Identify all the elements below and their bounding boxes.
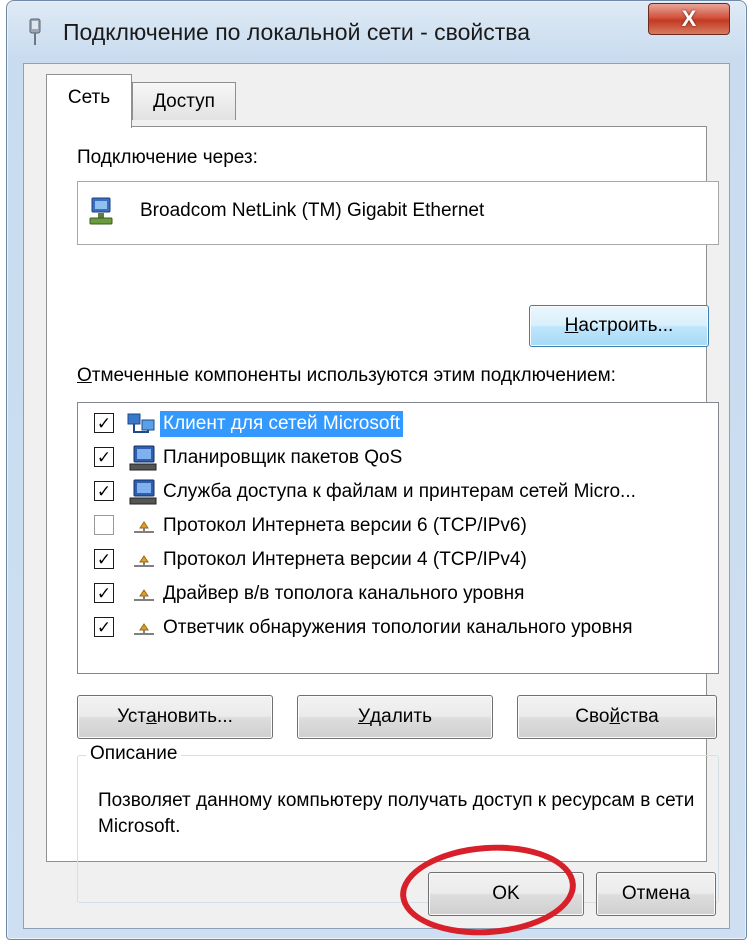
- protocol-icon: [134, 521, 154, 533]
- component-label: Планировщик пакетов QoS: [163, 447, 403, 468]
- component-label: Служба доступа к файлам и принтерам сете…: [163, 481, 636, 502]
- description-group-title: Описание: [86, 743, 182, 765]
- network-client-icon: [127, 413, 155, 433]
- component-row-lltd-responder[interactable]: ✓ Ответчик обнаружения топологии канальн…: [78, 611, 718, 645]
- network-tab-panel: Подключение через: Broadcom NetLink (TM)…: [46, 126, 719, 903]
- component-row-ms-client[interactable]: ✓ Клиент для сетей Microsoft: [78, 407, 718, 441]
- close-icon: X: [681, 6, 697, 31]
- component-checkbox[interactable]: ✓: [94, 583, 114, 603]
- computer-icon: [129, 479, 157, 505]
- component-row-ipv6[interactable]: Протокол Интернета версии 6 (TCP/IPv6): [78, 509, 718, 543]
- component-checkbox[interactable]: ✓: [94, 481, 114, 501]
- network-adapter-icon: [89, 197, 113, 225]
- properties-window: Подключение по локальной сети - свойства…: [6, 0, 747, 940]
- component-checkbox[interactable]: ✓: [94, 617, 114, 637]
- adapter-box: Broadcom NetLink (TM) Gigabit Ethernet: [77, 181, 719, 245]
- install-button[interactable]: Уст а новить...: [77, 695, 273, 739]
- components-label: Отмеченные компоненты используются этим …: [77, 365, 616, 386]
- component-row-qos[interactable]: ✓ Планировщик пакетов QoS: [78, 441, 718, 475]
- component-checkbox[interactable]: ✓: [94, 413, 114, 433]
- component-checkbox[interactable]: ✓: [94, 447, 114, 467]
- connect-via-label: Подключение через:: [77, 147, 258, 168]
- protocol-icon: [134, 623, 154, 635]
- close-button[interactable]: X: [648, 3, 730, 35]
- tab-sharing[interactable]: Доступ: [132, 82, 236, 120]
- component-label: Ответчик обнаружения топологии канальног…: [163, 617, 633, 638]
- component-checkbox[interactable]: [94, 515, 114, 535]
- window-title: Подключение по локальной сети - свойства: [63, 19, 531, 45]
- adapter-name: Broadcom NetLink (TM) Gigabit Ethernet: [140, 200, 485, 221]
- network-connection-icon: [29, 18, 41, 45]
- remove-button[interactable]: Удалить: [297, 695, 493, 739]
- component-row-file-sharing[interactable]: ✓ Служба доступа к файлам и принтерам се…: [78, 475, 718, 509]
- protocol-icon: [134, 555, 154, 567]
- component-row-lltd-mapper[interactable]: ✓ Драйвер в/в тополога канального уровня: [78, 577, 718, 611]
- cancel-button[interactable]: Отмена: [596, 872, 716, 916]
- components-list[interactable]: ✓ Клиент для сетей Microsoft ✓ Планировщ…: [77, 402, 719, 674]
- configure-button[interactable]: Настроить...: [529, 305, 709, 347]
- title-bar[interactable]: Подключение по локальной сети - свойства…: [7, 1, 746, 63]
- component-label: Драйвер в/в тополога канального уровня: [163, 583, 525, 604]
- component-label: Протокол Интернета версии 4 (TCP/IPv4): [163, 549, 527, 570]
- description-text: Позволяет данному компьютеру получать до…: [98, 790, 695, 837]
- protocol-icon: [134, 589, 154, 601]
- tab-network[interactable]: Сеть: [46, 74, 132, 128]
- computer-icon: [129, 445, 157, 471]
- dialog-client-area: Сеть Доступ Подключение через: Broadcom …: [23, 63, 730, 929]
- component-row-ipv4[interactable]: ✓ Протокол Интернета версии 4 (TCP/IPv4): [78, 543, 718, 577]
- component-label: Клиент для сетей Microsoft: [160, 411, 403, 437]
- properties-button[interactable]: Сво й ства: [517, 695, 717, 739]
- component-label: Протокол Интернета версии 6 (TCP/IPv6): [163, 515, 527, 536]
- component-checkbox[interactable]: ✓: [94, 549, 114, 569]
